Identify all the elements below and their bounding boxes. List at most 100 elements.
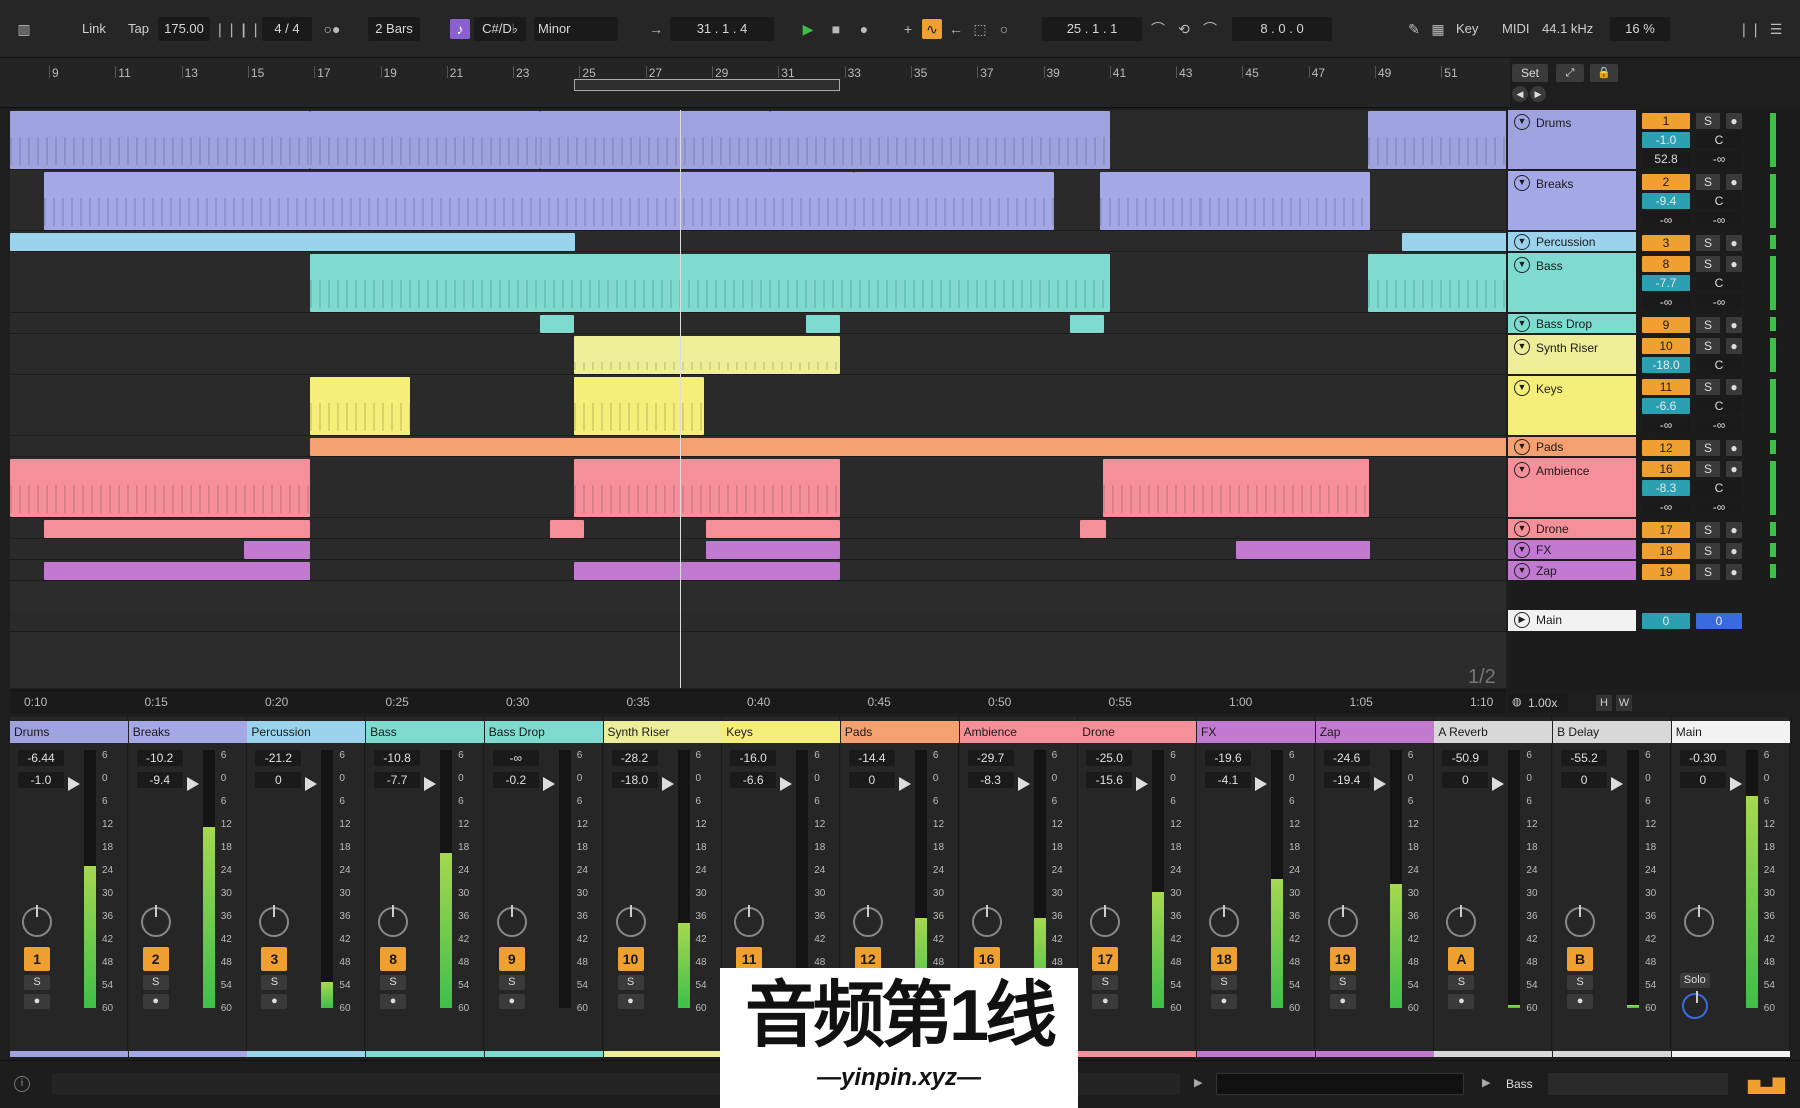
pan-knob[interactable] <box>259 905 290 937</box>
track-activator-button[interactable]: 10 <box>617 947 644 971</box>
track-pan[interactable]: C <box>1696 275 1742 291</box>
volume-fader-handle[interactable] <box>1492 777 1505 791</box>
track-pan[interactable]: C <box>1696 132 1742 148</box>
lock-icon[interactable]: 🔒 <box>1590 64 1618 82</box>
send-a[interactable]: 52.8 <box>1642 151 1690 167</box>
arm-icon[interactable]: ● <box>142 994 169 1009</box>
arrangement-clip[interactable] <box>574 459 840 517</box>
arrangement-clip[interactable] <box>1080 520 1106 538</box>
monitor-icon[interactable]: ● <box>1726 174 1742 190</box>
track-fold-icon[interactable]: ▼ <box>1514 462 1530 478</box>
arrangement-clip[interactable] <box>244 541 310 559</box>
track-activator-button[interactable]: 19 <box>1329 947 1356 971</box>
arm-icon[interactable]: ● <box>1092 994 1119 1009</box>
track-activator[interactable]: 12 <box>1642 440 1690 456</box>
tap-button[interactable]: Tap <box>128 16 149 42</box>
track-activator[interactable]: 18 <box>1642 543 1690 559</box>
nav-left-icon[interactable]: ◀ <box>1512 86 1528 102</box>
monitor-icon[interactable]: ● <box>1726 338 1742 354</box>
arrangement-lane[interactable] <box>10 376 1506 436</box>
link-button[interactable]: Link <box>82 16 106 42</box>
track-activator[interactable]: 9 <box>1642 317 1690 333</box>
monitor-icon[interactable]: ● <box>1726 543 1742 559</box>
monitor-icon[interactable]: ● <box>1726 522 1742 538</box>
arrangement-lane[interactable] <box>10 335 1506 375</box>
peak-level[interactable]: -24.6 <box>1323 750 1370 766</box>
pan-knob[interactable] <box>734 905 765 937</box>
arrangement-clip[interactable] <box>44 172 854 230</box>
arrangement-clip[interactable] <box>10 111 310 169</box>
mixer-track-name[interactable]: Zap <box>1315 721 1434 743</box>
volume-field[interactable]: -9.4 <box>136 772 183 788</box>
track-header-percussion[interactable]: ▼ Percussion 3 S ● <box>1508 232 1800 252</box>
mixer-track-name[interactable]: FX <box>1197 721 1315 743</box>
quantize-dropdown[interactable]: 2 Bars <box>368 17 420 41</box>
arrangement-clip[interactable] <box>310 438 1506 456</box>
solo-button[interactable]: S <box>1696 113 1720 129</box>
arrangement-clip[interactable] <box>854 172 1054 230</box>
solo-button[interactable]: S <box>617 975 644 990</box>
track-activator[interactable]: 3 <box>1642 235 1690 251</box>
metronome-icon[interactable]: ○● <box>322 19 342 39</box>
volume-field[interactable]: 0 <box>848 772 895 788</box>
track-activator[interactable]: 19 <box>1642 564 1690 580</box>
arrangement-clip[interactable] <box>44 520 310 538</box>
info-icon[interactable]: i <box>14 1076 30 1092</box>
track-name-area[interactable]: ▼ Ambience <box>1508 458 1636 518</box>
pan-knob[interactable] <box>852 905 883 937</box>
menu-icon[interactable]: ☰ <box>1766 19 1786 39</box>
arm-icon[interactable]: ● <box>1448 994 1475 1009</box>
solo-button[interactable]: S <box>1696 522 1720 538</box>
mixer-track-name[interactable]: Bass Drop <box>484 721 603 743</box>
track-fold-icon[interactable]: ▼ <box>1514 234 1530 250</box>
track-fold-icon[interactable]: ▶ <box>1514 612 1530 628</box>
arm-icon[interactable]: ● <box>1329 994 1356 1009</box>
track-activator-button[interactable]: 9 <box>498 947 525 971</box>
arm-icon[interactable]: ● <box>498 994 525 1009</box>
track-pan[interactable]: C <box>1696 193 1742 209</box>
arrangement-clip[interactable] <box>1103 459 1369 517</box>
stop-icon[interactable]: ■ <box>826 19 846 39</box>
volume-field[interactable]: -19.4 <box>1323 772 1370 788</box>
arm-icon[interactable]: ● <box>380 994 407 1009</box>
pan-knob[interactable] <box>496 905 527 937</box>
arm-icon[interactable]: ● <box>1567 994 1594 1009</box>
monitor-icon[interactable]: ● <box>1726 379 1742 395</box>
peak-level[interactable]: -19.6 <box>1205 750 1251 766</box>
track-name-area[interactable]: ▼ Synth Riser <box>1508 335 1636 375</box>
mixer-track-name[interactable]: Drone <box>1078 721 1197 743</box>
volume-fader-handle[interactable] <box>1373 777 1386 791</box>
midi-map-button[interactable]: MIDI <box>1502 16 1529 42</box>
punch-in-icon[interactable]: ⌒ <box>1148 19 1168 39</box>
track-header-drone[interactable]: ▼ Drone 17 S ● <box>1508 519 1800 539</box>
pan-knob[interactable] <box>1565 905 1596 937</box>
send-b[interactable]: -∞ <box>1696 294 1742 310</box>
track-activator[interactable]: 11 <box>1642 379 1690 395</box>
arrangement-lane[interactable] <box>10 519 1506 539</box>
track-activator[interactable]: 1 <box>1642 113 1690 129</box>
arrangement-clip[interactable] <box>770 111 1110 169</box>
arrangement-clip[interactable] <box>540 111 770 169</box>
track-activator-button[interactable]: A <box>1448 947 1475 971</box>
record-icon[interactable]: ● <box>854 19 874 39</box>
view-toggle-icon[interactable]: ▥ <box>14 19 34 39</box>
mixer-track-name[interactable]: Keys <box>722 721 841 743</box>
pan-knob[interactable] <box>1446 905 1477 937</box>
peak-level[interactable]: -55.2 <box>1561 750 1608 766</box>
solo-button[interactable]: S <box>1696 235 1720 251</box>
session-record-icon[interactable]: ○ <box>994 19 1014 39</box>
track-header-keys[interactable]: ▼ Keys 11 S ● -6.6 C -∞ -∞ <box>1508 376 1800 436</box>
track-fold-icon[interactable]: ▼ <box>1514 339 1530 355</box>
solo-button[interactable]: S <box>1211 975 1237 990</box>
arrangement-lane[interactable] <box>10 171 1506 231</box>
peak-level[interactable]: -28.2 <box>611 750 658 766</box>
cue-volume-knob[interactable] <box>1681 991 1708 1019</box>
arrangement-clip[interactable] <box>1368 254 1506 312</box>
song-position-field[interactable]: 31 . 1 . 4 <box>670 17 774 41</box>
track-fold-icon[interactable]: ▼ <box>1514 114 1530 130</box>
track-name-area[interactable]: ▼ Drums <box>1508 110 1636 170</box>
send-a[interactable]: -∞ <box>1642 212 1690 228</box>
nav-right-icon[interactable]: ▶ <box>1530 86 1546 102</box>
track-activator[interactable]: 8 <box>1642 256 1690 272</box>
tempo-field[interactable]: 175.00 <box>158 17 210 41</box>
